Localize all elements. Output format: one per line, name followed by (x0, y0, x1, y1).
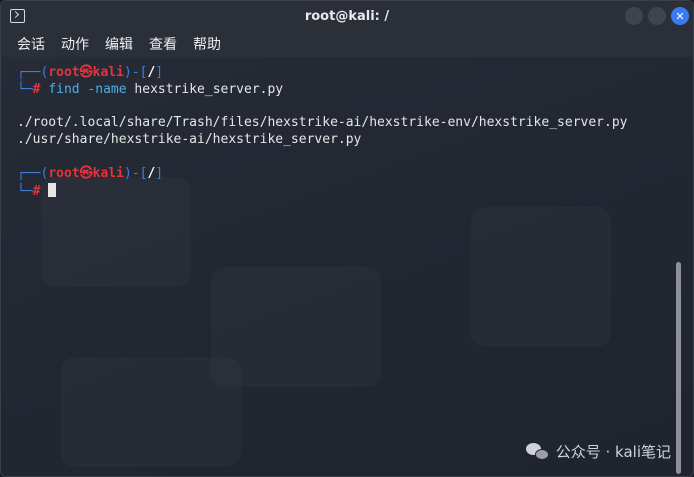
title-bar[interactable]: root@kali: / ✕ (1, 1, 693, 31)
menu-session[interactable]: 会话 (17, 34, 45, 54)
prompt-at-symbol: ㉿ (79, 65, 93, 80)
prompt-frame: └─ (17, 81, 33, 97)
output-line: ./root/.local/share/Trash/files/hexstrik… (17, 115, 628, 131)
window-controls: ✕ (625, 7, 689, 25)
prompt-frame: └─ (17, 183, 33, 199)
input-line[interactable]: └─# (17, 182, 673, 200)
prompt-line-top: ┌──(root㉿kali)-[/] (17, 166, 673, 183)
prompt-user: root (48, 65, 80, 80)
menu-help[interactable]: 帮助 (193, 34, 221, 54)
minimize-button[interactable] (625, 7, 643, 25)
terminal-app-icon[interactable] (10, 9, 25, 23)
prompt-hash: # (32, 81, 41, 97)
maximize-button[interactable] (648, 7, 666, 25)
menu-view[interactable]: 查看 (149, 34, 177, 54)
command-name: find (48, 81, 80, 97)
prompt-host: kali (92, 165, 124, 181)
menu-actions[interactable]: 动作 (61, 34, 89, 54)
prompt-frame: ┌──( (17, 165, 49, 181)
menu-edit[interactable]: 编辑 (105, 34, 133, 54)
prompt-frame: )-[ (123, 165, 148, 181)
text-cursor (48, 182, 57, 197)
prompt-frame: ┌──( (17, 65, 49, 80)
scrollbar[interactable] (676, 262, 681, 474)
terminal-output: ┌──(root㉿kali)-[/] └─# find -name hexstr… (17, 65, 673, 199)
watermark-text: 公众号 · kali笔记 (555, 443, 671, 461)
prompt-user: root (48, 165, 80, 181)
prompt-at-symbol: ㉿ (79, 165, 93, 181)
command-option: -name (87, 81, 127, 97)
wechat-icon (525, 442, 550, 462)
prompt-frame: ] (155, 165, 164, 181)
menu-bar: 会话 动作 编辑 查看 帮助 (1, 31, 693, 57)
terminal-area[interactable]: ┌──(root㉿kali)-[/] └─# find -name hexstr… (1, 57, 693, 476)
background-key-shape (471, 207, 611, 347)
terminal-window: root@kali: / ✕ 会话 动作 编辑 查看 帮助 ┌──(root㉿k… (0, 0, 694, 477)
output-line: ./usr/share/hexstrike-ai/hexstrike_serve… (17, 132, 362, 148)
watermark: 公众号 · kali笔记 (525, 441, 671, 462)
prompt-hash: # (32, 183, 41, 199)
close-button[interactable]: ✕ (671, 7, 689, 25)
command-argument: hexstrike_server.py (134, 81, 284, 97)
background-key-shape (61, 357, 241, 467)
command-line: └─# find -name hexstrike_server.py (17, 82, 673, 99)
prompt-frame: )-[ (123, 65, 148, 80)
prompt-host: kali (92, 65, 124, 80)
prompt-frame: ] (155, 65, 164, 80)
prompt-line-top: ┌──(root㉿kali)-[/] (17, 65, 673, 82)
window-title: root@kali: / (304, 8, 390, 24)
